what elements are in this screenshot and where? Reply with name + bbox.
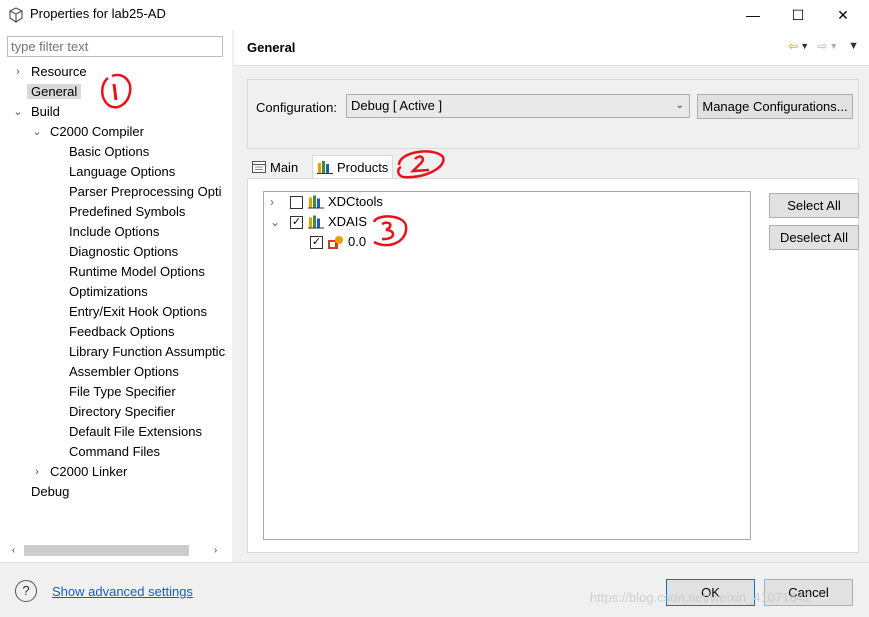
tree-item-library-function[interactable]: Library Function Assumptic xyxy=(69,342,225,362)
tree-item-language-options[interactable]: Language Options xyxy=(69,162,175,182)
tree-item-debug[interactable]: Debug xyxy=(31,482,69,502)
forward-dropdown-icon[interactable]: ▼ xyxy=(829,41,838,51)
main-tab-icon xyxy=(252,161,266,173)
minimize-button[interactable]: — xyxy=(730,0,776,30)
annotation-1 xyxy=(101,73,132,109)
tree-item-runtime-model-options[interactable]: Runtime Model Options xyxy=(69,262,205,282)
tree-item-general[interactable]: General xyxy=(27,82,82,102)
product-label: XDAIS xyxy=(328,214,368,229)
page-title: General xyxy=(247,40,296,55)
annotation-3 xyxy=(372,215,408,247)
forward-arrow-icon[interactable]: ⇨ xyxy=(817,39,827,53)
view-menu-icon[interactable]: ▼ xyxy=(848,40,859,52)
watermark: https://blog.csdn.net/weixin_41071642 xyxy=(590,590,812,605)
chevron-right-icon[interactable]: › xyxy=(12,62,24,82)
chevron-right-icon[interactable]: › xyxy=(31,462,43,482)
products-tree[interactable]: › XDCtools ⌄ ✓ XDAIS ✓ 0.0 xyxy=(263,191,751,540)
tab-products[interactable]: Products xyxy=(312,155,394,179)
tree-item-label: C2000 Linker xyxy=(50,464,128,479)
window-title: Properties for lab25-AD xyxy=(30,6,166,21)
scroll-right-icon[interactable]: › xyxy=(207,542,224,559)
filter-input[interactable] xyxy=(7,36,223,57)
tab-main[interactable]: Main xyxy=(248,155,302,179)
product-icon xyxy=(308,195,324,209)
tree-item-command-files[interactable]: Command Files xyxy=(69,442,160,462)
version-icon xyxy=(328,236,343,249)
chevron-down-icon: ⌄ xyxy=(675,100,684,111)
configuration-label: Configuration: xyxy=(256,100,337,115)
horizontal-scrollbar[interactable]: ‹ › xyxy=(0,542,232,559)
xdctools-checkbox[interactable] xyxy=(290,195,303,209)
configuration-group: Configuration: Debug [ Active ] ⌄ Manage… xyxy=(247,79,859,149)
tree-item-optimizations[interactable]: Optimizations xyxy=(69,282,148,302)
tree-item-c2000-compiler[interactable]: ⌄ C2000 Compiler xyxy=(31,122,144,142)
products-tab-icon xyxy=(317,161,333,174)
maximize-button[interactable]: ☐ xyxy=(775,0,821,30)
product-icon xyxy=(308,215,324,229)
tree-item-feedback-options[interactable]: Feedback Options xyxy=(69,322,175,342)
product-row-xdctools[interactable]: › XDCtools xyxy=(270,192,383,212)
tree-item-parser-preprocessing[interactable]: Parser Preprocessing Opti xyxy=(69,182,221,202)
tree-item-predefined-symbols[interactable]: Predefined Symbols xyxy=(69,202,185,222)
version-label: 0.0 xyxy=(348,234,367,249)
property-page: General ⇦ ▼ ⇨ ▼ ▼ Configuration: Debug [… xyxy=(234,30,869,562)
tree-item-default-file-extensions[interactable]: Default File Extensions xyxy=(69,422,202,442)
select-all-button[interactable]: Select All xyxy=(769,193,859,218)
tab-label: Main xyxy=(270,159,299,175)
product-label: XDCtools xyxy=(328,194,383,209)
page-header: General ⇦ ▼ ⇨ ▼ ▼ xyxy=(234,30,869,66)
tree-item-resource[interactable]: › Resource xyxy=(12,62,87,82)
tree-item-directory-specifier[interactable]: Directory Specifier xyxy=(69,402,175,422)
tree-item-basic-options[interactable]: Basic Options xyxy=(69,142,149,162)
scroll-left-icon[interactable]: ‹ xyxy=(5,542,22,559)
configuration-select[interactable]: Debug [ Active ] ⌄ xyxy=(346,94,690,118)
tree-item-include-options[interactable]: Include Options xyxy=(69,222,159,242)
close-button[interactable]: ✕ xyxy=(820,0,866,30)
products-panel: › XDCtools ⌄ ✓ XDAIS ✓ 0.0 Select All De… xyxy=(247,178,859,553)
scroll-thumb[interactable] xyxy=(24,545,189,556)
chevron-down-icon[interactable]: ⌄ xyxy=(31,122,43,142)
tree-item-label: C2000 Compiler xyxy=(50,124,144,139)
tree-item-file-type-specifier[interactable]: File Type Specifier xyxy=(69,382,176,402)
version-checkbox[interactable]: ✓ xyxy=(310,235,323,249)
tree-item-entry-exit-hook[interactable]: Entry/Exit Hook Options xyxy=(69,302,207,322)
tree-item-diagnostic-options[interactable]: Diagnostic Options xyxy=(69,242,178,262)
tree-item-label: General xyxy=(27,84,82,99)
product-row-xdais[interactable]: ⌄ ✓ XDAIS xyxy=(270,212,367,232)
xdais-checkbox[interactable]: ✓ xyxy=(290,215,303,229)
chevron-right-icon[interactable]: › xyxy=(270,192,284,212)
chevron-down-icon[interactable]: ⌄ xyxy=(270,212,284,232)
tree-item-assembler-options[interactable]: Assembler Options xyxy=(69,362,179,382)
annotation-2 xyxy=(397,150,445,179)
back-arrow-icon[interactable]: ⇦ xyxy=(788,39,798,53)
product-row-version[interactable]: ✓ 0.0 xyxy=(310,232,366,252)
tab-label: Products xyxy=(337,160,389,175)
chevron-down-icon[interactable]: ⌄ xyxy=(12,102,24,122)
manage-configurations-button[interactable]: Manage Configurations... xyxy=(697,94,853,119)
tree-item-build[interactable]: ⌄ Build xyxy=(12,102,60,122)
app-icon xyxy=(9,7,23,23)
title-bar: Properties for lab25-AD — ☐ ✕ xyxy=(0,0,869,30)
history-nav: ⇦ ▼ ⇨ ▼ ▼ xyxy=(788,39,859,53)
show-advanced-settings-link[interactable]: Show advanced settings xyxy=(52,584,193,599)
tree-item-label: Build xyxy=(31,104,60,119)
tree-item-c2000-linker[interactable]: › C2000 Linker xyxy=(31,462,127,482)
deselect-all-button[interactable]: Deselect All xyxy=(769,225,859,250)
help-icon[interactable]: ? xyxy=(15,580,37,602)
tree-item-label: Resource xyxy=(31,64,87,79)
back-dropdown-icon[interactable]: ▼ xyxy=(800,41,809,51)
configuration-value: Debug [ Active ] xyxy=(351,98,443,113)
